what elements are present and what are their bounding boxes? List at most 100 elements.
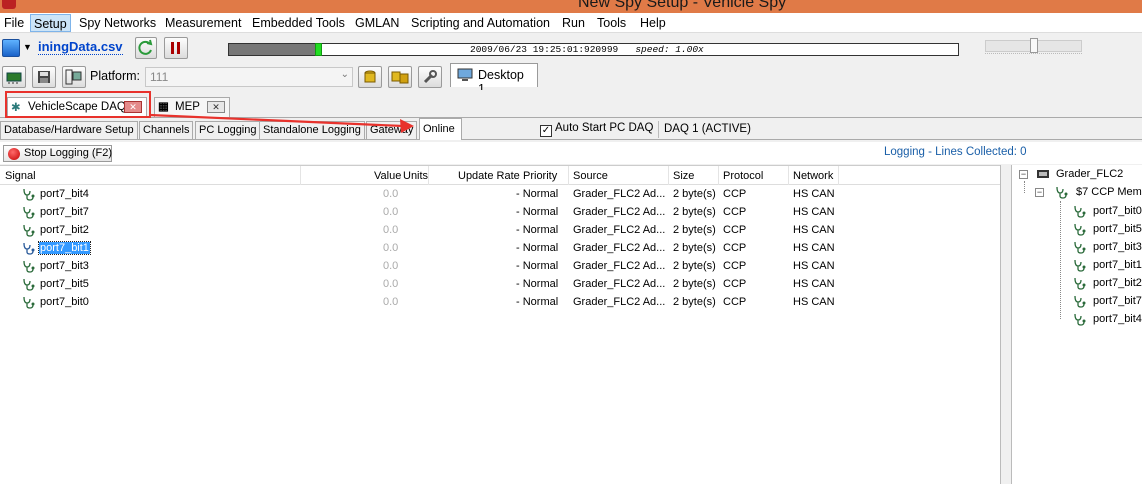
tree-leaf[interactable]: port7_bit3 xyxy=(1093,241,1142,253)
daq-status: DAQ 1 (ACTIVE) xyxy=(658,121,1008,138)
checkbox-icon[interactable]: ✓ xyxy=(540,125,552,137)
tools-button[interactable] xyxy=(418,66,442,88)
pause-button[interactable] xyxy=(164,37,188,59)
menu-help[interactable]: Help xyxy=(640,16,666,30)
cell-network: HS CAN xyxy=(793,278,835,290)
tree-leaf[interactable]: port7_bit7 xyxy=(1093,295,1142,307)
menu-scripting[interactable]: Scripting and Automation xyxy=(411,16,550,30)
tree-leaf[interactable]: port7_bit5 xyxy=(1093,223,1142,235)
hardware-button[interactable] xyxy=(2,66,26,88)
signal-icon xyxy=(23,188,35,201)
tab-desktop-1[interactable]: Desktop 1 xyxy=(450,63,538,96)
cell-value: 0.0 xyxy=(383,224,399,236)
menu-tools[interactable]: Tools xyxy=(597,16,626,30)
signal-icon xyxy=(1074,313,1086,326)
column-divider[interactable] xyxy=(718,166,719,185)
source-dropdown-arrow[interactable]: ▼ xyxy=(23,42,32,52)
tree-root[interactable]: Grader_FLC2 xyxy=(1056,168,1123,180)
platform-select[interactable]: 111 ⌄ xyxy=(145,67,353,87)
save-button[interactable] xyxy=(32,66,56,88)
table-row-selected[interactable]: port7_bit1 0.0 - Normal Grader_FLC2 Ad..… xyxy=(0,239,1000,257)
stop-icon xyxy=(8,148,20,160)
multi-database-button[interactable] xyxy=(388,66,412,88)
panel-splitter[interactable] xyxy=(1000,165,1012,484)
timeline-bar[interactable]: 2009/06/23 19:25:01:920999 speed: 1.00x xyxy=(228,43,959,56)
signal-icon xyxy=(23,224,35,237)
databases-icon xyxy=(391,71,409,84)
cell-protocol: CCP xyxy=(723,242,747,254)
slider-knob[interactable] xyxy=(1030,38,1038,53)
cell-signal: port7_bit5 xyxy=(40,278,89,290)
database-button[interactable] xyxy=(358,66,382,88)
cell-value: 0.0 xyxy=(383,296,399,308)
tab-database-hardware-setup[interactable]: Database/Hardware Setup xyxy=(0,121,138,139)
col-protocol[interactable]: Protocol xyxy=(723,170,763,182)
signal-icon xyxy=(1074,277,1086,290)
column-divider[interactable] xyxy=(568,166,569,185)
app-icon xyxy=(2,0,16,9)
collapse-icon[interactable]: − xyxy=(1019,170,1028,179)
platform-value: 111 xyxy=(150,70,169,84)
column-divider[interactable] xyxy=(300,166,301,185)
table-row[interactable]: port7_bit5 0.0 - Normal Grader_FLC2 Ad..… xyxy=(0,275,1000,293)
playback-toolbar: ▼ iningData.csv 2009/06/23 19:25:01:9209… xyxy=(0,34,1142,63)
menu-spy-networks[interactable]: Spy Networks xyxy=(79,16,156,30)
tree-child[interactable]: $7 CCP Memo xyxy=(1076,186,1142,198)
cell-protocol: CCP xyxy=(723,188,747,200)
column-divider[interactable] xyxy=(788,166,789,185)
speed-slider[interactable] xyxy=(985,38,1082,53)
tree-leaf[interactable]: port7_bit2 xyxy=(1093,277,1142,289)
tree-leaf[interactable]: port7_bit4 xyxy=(1093,313,1142,325)
wrench-icon xyxy=(423,70,437,84)
menu-file[interactable]: File xyxy=(4,16,24,30)
cell-source: Grader_FLC2 Ad... xyxy=(573,188,666,200)
cell-source: Grader_FLC2 Ad... xyxy=(573,296,666,308)
cell-network: HS CAN xyxy=(793,224,835,236)
cell-size: 2 byte(s) xyxy=(673,278,716,290)
cell-size: 2 byte(s) xyxy=(673,260,716,272)
cell-size: 2 byte(s) xyxy=(673,224,716,236)
collapse-icon[interactable]: − xyxy=(1035,188,1044,197)
source-icon[interactable] xyxy=(2,39,20,57)
refresh-button[interactable] xyxy=(135,37,157,59)
table-row[interactable]: port7_bit2 0.0 - Normal Grader_FLC2 Ad..… xyxy=(0,221,1000,239)
tree-leaf[interactable]: port7_bit0 xyxy=(1093,205,1142,217)
menu-setup[interactable]: Setup xyxy=(30,14,71,32)
timeline-thumb[interactable] xyxy=(315,43,322,56)
tree-leaf[interactable]: port7_bit1 xyxy=(1093,259,1142,271)
workspace-button[interactable] xyxy=(62,66,86,88)
chevron-down-icon: ⌄ xyxy=(340,69,349,80)
col-units[interactable]: Units xyxy=(403,170,428,182)
column-divider[interactable] xyxy=(668,166,669,185)
col-size[interactable]: Size xyxy=(673,170,694,182)
col-priority[interactable]: Priority xyxy=(523,170,557,182)
annotation-arrow xyxy=(149,113,414,133)
cell-network: HS CAN xyxy=(793,296,835,308)
cell-source: Grader_FLC2 Ad... xyxy=(573,206,666,218)
cell-signal: port7_bit1 xyxy=(38,241,91,255)
col-signal[interactable]: Signal xyxy=(5,170,36,182)
menu-measurement[interactable]: Measurement xyxy=(165,16,241,30)
auto-start-checkbox[interactable]: ✓ Auto Start PC DAQ xyxy=(540,122,653,137)
tab-online[interactable]: Online xyxy=(419,118,462,140)
menu-gmlan[interactable]: GMLAN xyxy=(355,16,399,30)
stop-logging-button[interactable]: Stop Logging (F2) xyxy=(3,145,112,162)
table-row[interactable]: port7_bit7 0.0 - Normal Grader_FLC2 Ad..… xyxy=(0,203,1000,221)
cell-network: HS CAN xyxy=(793,242,835,254)
menu-run[interactable]: Run xyxy=(562,16,585,30)
cell-source: Grader_FLC2 Ad... xyxy=(573,260,666,272)
cell-protocol: CCP xyxy=(723,224,747,236)
col-update-rate[interactable]: Update Rate xyxy=(458,170,520,182)
filename-link[interactable]: iningData.csv xyxy=(38,39,123,55)
cell-signal: port7_bit2 xyxy=(40,224,89,236)
cell-priority: - Normal xyxy=(516,242,559,254)
menu-embedded-tools[interactable]: Embedded Tools xyxy=(252,16,345,30)
column-divider[interactable] xyxy=(428,166,429,185)
column-divider[interactable] xyxy=(838,166,839,185)
col-source[interactable]: Source xyxy=(573,170,608,182)
table-row[interactable]: port7_bit3 0.0 - Normal Grader_FLC2 Ad..… xyxy=(0,257,1000,275)
col-value[interactable]: Value xyxy=(374,170,401,182)
table-row[interactable]: port7_bit4 0.0 - Normal Grader_FLC2 Ad..… xyxy=(0,185,1000,203)
col-network[interactable]: Network xyxy=(793,170,833,182)
table-row[interactable]: port7_bit0 0.0 - Normal Grader_FLC2 Ad..… xyxy=(0,293,1000,311)
